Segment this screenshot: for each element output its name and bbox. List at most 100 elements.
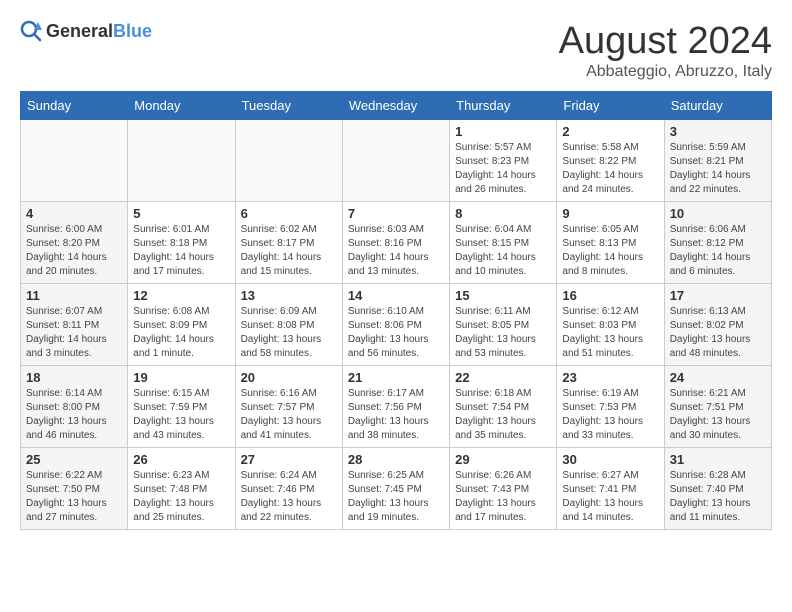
day-info: Sunrise: 6:06 AM Sunset: 8:12 PM Dayligh…	[670, 223, 766, 279]
col-header-wednesday: Wednesday	[342, 92, 449, 120]
calendar-cell: 27 Sunrise: 6:24 AM Sunset: 7:46 PM Dayli…	[235, 448, 342, 530]
day-number: 4	[26, 206, 122, 221]
day-info: Sunrise: 6:25 AM Sunset: 7:45 PM Dayligh…	[348, 469, 444, 525]
calendar-cell: 28 Sunrise: 6:25 AM Sunset: 7:45 PM Dayli…	[342, 448, 449, 530]
day-number: 27	[241, 452, 337, 467]
day-number: 13	[241, 288, 337, 303]
page-header: GeneralBlue August 2024 Abbateggio, Abru…	[20, 20, 772, 81]
day-info: Sunrise: 6:08 AM Sunset: 8:09 PM Dayligh…	[133, 305, 229, 361]
logo-general: General	[46, 21, 113, 41]
day-info: Sunrise: 6:05 AM Sunset: 8:13 PM Dayligh…	[562, 223, 658, 279]
day-number: 24	[670, 370, 766, 385]
calendar-cell: 12 Sunrise: 6:08 AM Sunset: 8:09 PM Dayli…	[128, 284, 235, 366]
day-number: 29	[455, 452, 551, 467]
day-info: Sunrise: 6:02 AM Sunset: 8:17 PM Dayligh…	[241, 223, 337, 279]
day-info: Sunrise: 6:10 AM Sunset: 8:06 PM Dayligh…	[348, 305, 444, 361]
day-info: Sunrise: 5:58 AM Sunset: 8:22 PM Dayligh…	[562, 141, 658, 197]
calendar-cell: 20Sunrise: 6:16 AM Sunset: 7:57 PM Dayli…	[235, 366, 342, 448]
day-info: Sunrise: 6:22 AM Sunset: 7:50 PM Dayligh…	[26, 469, 122, 525]
day-number: 10	[670, 206, 766, 221]
calendar-cell: 17 Sunrise: 6:13 AM Sunset: 8:02 PM Dayli…	[664, 284, 771, 366]
day-number: 8	[455, 206, 551, 221]
calendar-cell: 30 Sunrise: 6:27 AM Sunset: 7:41 PM Dayli…	[557, 448, 664, 530]
calendar-cell: 4Sunrise: 6:00 AM Sunset: 8:20 PM Daylig…	[21, 202, 128, 284]
logo-icon	[20, 20, 42, 42]
week-row-3: 11Sunrise: 6:07 AM Sunset: 8:11 PM Dayli…	[21, 284, 772, 366]
location-subtitle: Abbateggio, Abruzzo, Italy	[559, 63, 772, 81]
day-number: 11	[26, 288, 122, 303]
calendar-cell: 15 Sunrise: 6:11 AM Sunset: 8:05 PM Dayli…	[450, 284, 557, 366]
day-info: Sunrise: 6:19 AM Sunset: 7:53 PM Dayligh…	[562, 387, 658, 443]
day-info: Sunrise: 6:09 AM Sunset: 8:08 PM Dayligh…	[241, 305, 337, 361]
day-info: Sunrise: 6:12 AM Sunset: 8:03 PM Dayligh…	[562, 305, 658, 361]
calendar-table: SundayMondayTuesdayWednesdayThursdayFrid…	[20, 91, 772, 530]
col-header-saturday: Saturday	[664, 92, 771, 120]
day-info: Sunrise: 6:24 AM Sunset: 7:46 PM Dayligh…	[241, 469, 337, 525]
col-header-thursday: Thursday	[450, 92, 557, 120]
calendar-cell: 13 Sunrise: 6:09 AM Sunset: 8:08 PM Dayli…	[235, 284, 342, 366]
week-row-1: 1 Sunrise: 5:57 AM Sunset: 8:23 PM Daylig…	[21, 120, 772, 202]
calendar-cell: 5 Sunrise: 6:01 AM Sunset: 8:18 PM Daylig…	[128, 202, 235, 284]
day-number: 23	[562, 370, 658, 385]
day-info: Sunrise: 6:15 AM Sunset: 7:59 PM Dayligh…	[133, 387, 229, 443]
day-number: 30	[562, 452, 658, 467]
day-info: Sunrise: 6:27 AM Sunset: 7:41 PM Dayligh…	[562, 469, 658, 525]
day-number: 14	[348, 288, 444, 303]
calendar-cell	[21, 120, 128, 202]
calendar-cell: 7 Sunrise: 6:03 AM Sunset: 8:16 PM Daylig…	[342, 202, 449, 284]
day-number: 6	[241, 206, 337, 221]
calendar-cell: 11Sunrise: 6:07 AM Sunset: 8:11 PM Dayli…	[21, 284, 128, 366]
day-info: Sunrise: 6:23 AM Sunset: 7:48 PM Dayligh…	[133, 469, 229, 525]
calendar-cell: 29 Sunrise: 6:26 AM Sunset: 7:43 PM Dayli…	[450, 448, 557, 530]
col-header-friday: Friday	[557, 92, 664, 120]
day-number: 31	[670, 452, 766, 467]
header-row: SundayMondayTuesdayWednesdayThursdayFrid…	[21, 92, 772, 120]
day-info: Sunrise: 6:13 AM Sunset: 8:02 PM Dayligh…	[670, 305, 766, 361]
calendar-cell: 19 Sunrise: 6:15 AM Sunset: 7:59 PM Dayli…	[128, 366, 235, 448]
title-area: August 2024 Abbateggio, Abruzzo, Italy	[559, 20, 772, 81]
calendar-cell: 6 Sunrise: 6:02 AM Sunset: 8:17 PM Daylig…	[235, 202, 342, 284]
day-number: 16	[562, 288, 658, 303]
calendar-cell: 9 Sunrise: 6:05 AM Sunset: 8:13 PM Daylig…	[557, 202, 664, 284]
week-row-4: 18Sunrise: 6:14 AM Sunset: 8:00 PM Dayli…	[21, 366, 772, 448]
day-number: 1	[455, 124, 551, 139]
month-year-title: August 2024	[559, 20, 772, 63]
day-number: 26	[133, 452, 229, 467]
calendar-cell: 23 Sunrise: 6:19 AM Sunset: 7:53 PM Dayli…	[557, 366, 664, 448]
day-info: Sunrise: 6:03 AM Sunset: 8:16 PM Dayligh…	[348, 223, 444, 279]
week-row-5: 25Sunrise: 6:22 AM Sunset: 7:50 PM Dayli…	[21, 448, 772, 530]
day-info: Sunrise: 6:04 AM Sunset: 8:15 PM Dayligh…	[455, 223, 551, 279]
col-header-tuesday: Tuesday	[235, 92, 342, 120]
calendar-cell	[342, 120, 449, 202]
day-number: 5	[133, 206, 229, 221]
day-number: 15	[455, 288, 551, 303]
day-number: 21	[348, 370, 444, 385]
calendar-cell	[235, 120, 342, 202]
logo-text: GeneralBlue	[46, 21, 152, 42]
col-header-monday: Monday	[128, 92, 235, 120]
day-number: 17	[670, 288, 766, 303]
day-number: 19	[133, 370, 229, 385]
day-number: 12	[133, 288, 229, 303]
calendar-cell: 25Sunrise: 6:22 AM Sunset: 7:50 PM Dayli…	[21, 448, 128, 530]
day-number: 7	[348, 206, 444, 221]
day-info: Sunrise: 6:11 AM Sunset: 8:05 PM Dayligh…	[455, 305, 551, 361]
day-number: 28	[348, 452, 444, 467]
day-number: 9	[562, 206, 658, 221]
day-number: 3	[670, 124, 766, 139]
calendar-cell: 3Sunrise: 5:59 AM Sunset: 8:21 PM Daylig…	[664, 120, 771, 202]
logo: GeneralBlue	[20, 20, 152, 42]
calendar-cell: 8 Sunrise: 6:04 AM Sunset: 8:15 PM Daylig…	[450, 202, 557, 284]
day-number: 18	[26, 370, 122, 385]
day-number: 2	[562, 124, 658, 139]
day-number: 22	[455, 370, 551, 385]
day-info: Sunrise: 6:18 AM Sunset: 7:54 PM Dayligh…	[455, 387, 551, 443]
calendar-cell: 22 Sunrise: 6:18 AM Sunset: 7:54 PM Dayli…	[450, 366, 557, 448]
calendar-cell: 26 Sunrise: 6:23 AM Sunset: 7:48 PM Dayli…	[128, 448, 235, 530]
calendar-cell: 14 Sunrise: 6:10 AM Sunset: 8:06 PM Dayli…	[342, 284, 449, 366]
day-info: Sunrise: 6:01 AM Sunset: 8:18 PM Dayligh…	[133, 223, 229, 279]
day-info: Sunrise: 5:57 AM Sunset: 8:23 PM Dayligh…	[455, 141, 551, 197]
day-info: Sunrise: 6:26 AM Sunset: 7:43 PM Dayligh…	[455, 469, 551, 525]
col-header-sunday: Sunday	[21, 92, 128, 120]
calendar-cell	[128, 120, 235, 202]
